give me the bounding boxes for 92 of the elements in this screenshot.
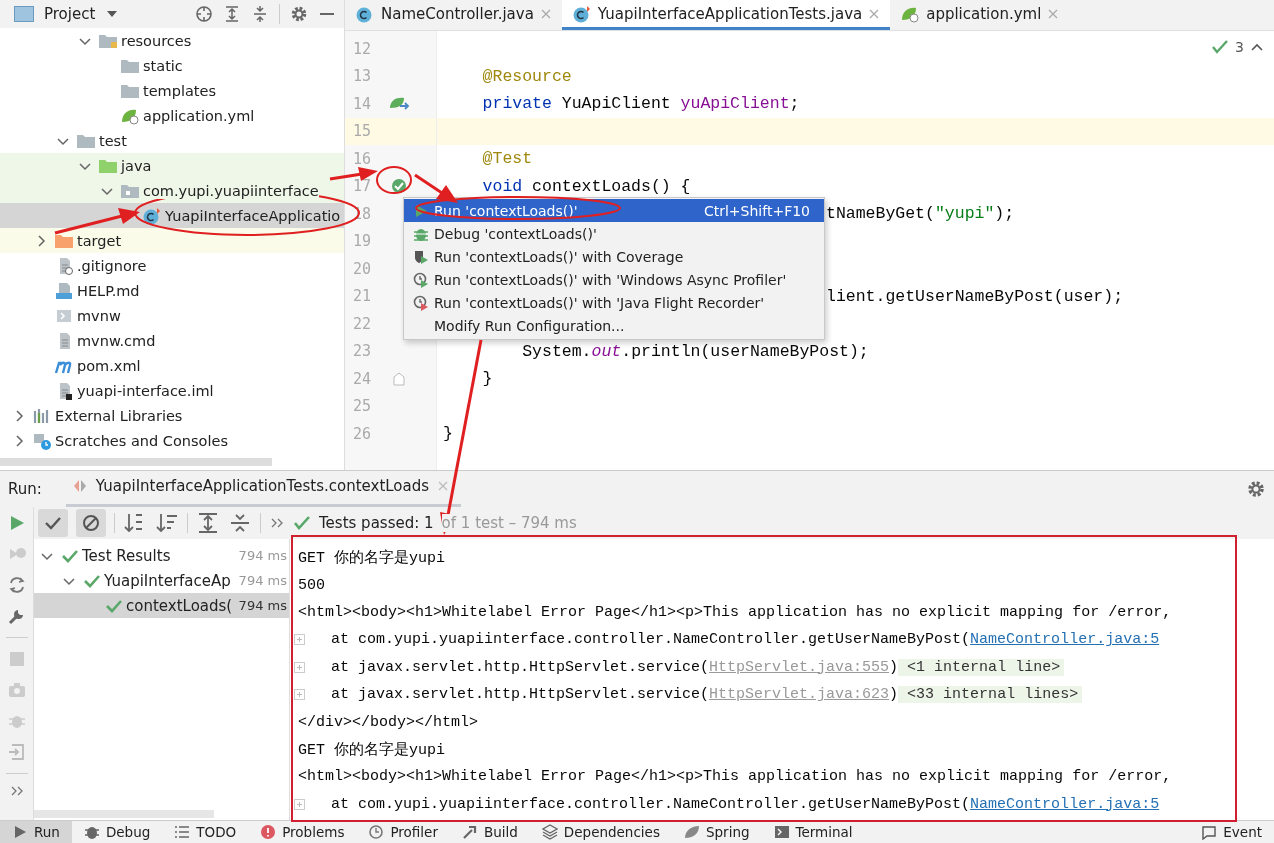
source-link[interactable]: NameController.java:5 [970, 795, 1160, 813]
tree-item[interactable]: java [121, 157, 152, 174]
test-status-detail: of 1 test – 794 ms [441, 514, 577, 532]
code-token: ; [789, 94, 800, 114]
code-token: void [482, 176, 523, 196]
tool-window-tab[interactable]: Profiler [356, 821, 450, 843]
menu-item[interactable]: Debug 'contextLoads()' [404, 222, 824, 245]
stack-trace-line: at com.yupi.yuapiinterface.controller.NameController.getUserNameByPost( [331, 631, 971, 649]
source-link[interactable]: NameController.java:5 [970, 631, 1160, 649]
line-number: 19 [351, 232, 371, 251]
panel-title[interactable]: Project [44, 5, 96, 23]
editor-tab[interactable]: NameController.java [345, 0, 562, 30]
code-token: @Resource [482, 66, 572, 86]
code-token: ); [994, 204, 1015, 224]
tree-item[interactable]: mvnw.cmd [77, 332, 156, 349]
code-token: out [591, 341, 622, 361]
line-number: 12 [351, 39, 371, 58]
code-token: YuApiClient [561, 94, 671, 114]
line-number: 20 [351, 259, 371, 278]
tree-item[interactable]: .gitignore [77, 257, 147, 274]
tool-window-tab[interactable]: Run [0, 821, 72, 843]
run-title: Run: [8, 480, 42, 498]
menu-item[interactable]: Modify Run Configuration... [404, 314, 824, 337]
line-number: 14 [351, 94, 371, 113]
code-token: .println(userNameByPost); [621, 341, 869, 361]
tree-item[interactable]: mvnw [77, 307, 121, 324]
tool-window-tab[interactable]: TODO [162, 821, 249, 843]
line-number: 21 [351, 287, 371, 306]
code-token: "yupi" [934, 204, 995, 224]
menu-item[interactable]: Run 'contextLoads()' with 'Windows Async Profiler' [404, 268, 824, 291]
line-number: 23 [351, 342, 371, 361]
code-token: tNameByGet( [826, 204, 935, 224]
code-token: @Test [482, 149, 533, 169]
tree-item[interactable]: HELP.md [77, 282, 140, 299]
tool-window-tab[interactable]: Debug [71, 821, 163, 843]
tree-item[interactable]: application.yml [143, 107, 255, 124]
line-number: 26 [351, 424, 371, 443]
console-text: GET 你的名字是yupi [298, 740, 445, 759]
code-token: lient.getUserNameByPost(user); [826, 286, 1124, 306]
test-duration: 794 ms [238, 598, 287, 613]
tree-item[interactable]: test [99, 132, 127, 149]
editor-tab[interactable]: YuapiInterfaceApplicationTests.java [561, 0, 891, 30]
event-log-tab[interactable]: Event [1189, 821, 1274, 843]
test-node[interactable]: contextLoads( [126, 596, 239, 615]
stack-trace-line: at javax.servlet.http.HttpServlet.service( [331, 658, 710, 676]
tree-item[interactable]: resources [121, 32, 192, 49]
tool-window-tab[interactable]: Dependencies [529, 821, 672, 843]
tree-item[interactable]: pom.xml [77, 357, 141, 374]
console-text: <html><body><h1>Whitelabel Error Page</h1><p>This application has no explicit mapping for /error, [298, 768, 1172, 786]
menu-item[interactable]: Run 'contextLoads()' with Coverage [404, 245, 824, 268]
test-status: Tests passed: 1 [319, 514, 434, 532]
tree-item[interactable]: External Libraries [55, 407, 183, 424]
paren-text: ) [889, 686, 899, 704]
tree-item[interactable]: com.yupi.yuapiinterface [143, 182, 319, 199]
tree-item[interactable]: target [77, 232, 122, 249]
code-token: System. [522, 341, 592, 361]
folded-lines[interactable]: <33 internal lines> [898, 686, 1083, 704]
line-number: 15 [351, 122, 371, 141]
line-number: 17 [351, 177, 371, 196]
tree-item[interactable]: static [143, 57, 183, 74]
tree-item[interactable]: templates [143, 82, 216, 99]
console-text: </div></body></html> [298, 713, 479, 731]
tree-item[interactable]: yuapi-interface.iml [77, 382, 214, 399]
line-number: 13 [351, 67, 371, 86]
code-token: } [482, 369, 493, 389]
code-token: } [443, 424, 453, 444]
paren-text: ) [889, 658, 899, 676]
tree-item[interactable]: Scratches and Consoles [55, 432, 228, 449]
line-number: 24 [351, 369, 371, 388]
code-token: private [482, 94, 552, 114]
folded-lines[interactable]: <1 internal line> [898, 658, 1065, 676]
stack-trace-line: at javax.servlet.http.HttpServlet.service( [331, 686, 710, 704]
tool-window-tab[interactable]: Terminal [761, 821, 865, 843]
test-node[interactable]: Test Results [82, 546, 239, 565]
console-text: 500 [298, 576, 325, 594]
tool-window-tab[interactable]: Build [449, 821, 530, 843]
code-token: contextLoads() { [532, 176, 691, 196]
line-number: 16 [351, 149, 371, 168]
console-text: GET 你的名字是yupi [298, 548, 445, 568]
tool-window-tab[interactable]: Problems [248, 821, 357, 843]
test-duration: 794 ms [238, 548, 287, 563]
stack-trace-line: at com.yupi.yuapiinterface.controller.NameController.getUserNameByPost( [331, 795, 971, 813]
code-token: yuApiClient [680, 94, 790, 114]
test-duration: 794 ms [238, 573, 287, 588]
inspection-count[interactable]: 3 [1235, 39, 1244, 55]
console-text: <html><body><h1>Whitelabel Error Page</h1><p>This application has no explicit mapping for /error, [298, 603, 1172, 621]
line-number: 25 [351, 397, 371, 416]
line-number: 22 [351, 314, 371, 333]
editor-tab[interactable]: application.yml [890, 0, 1070, 30]
menu-item[interactable]: Run 'contextLoads()' with 'Java Flight Recorder' [404, 291, 824, 314]
test-node[interactable]: YuapiInterfaceAp [104, 571, 239, 590]
tool-window-tab[interactable]: Spring [671, 821, 762, 843]
